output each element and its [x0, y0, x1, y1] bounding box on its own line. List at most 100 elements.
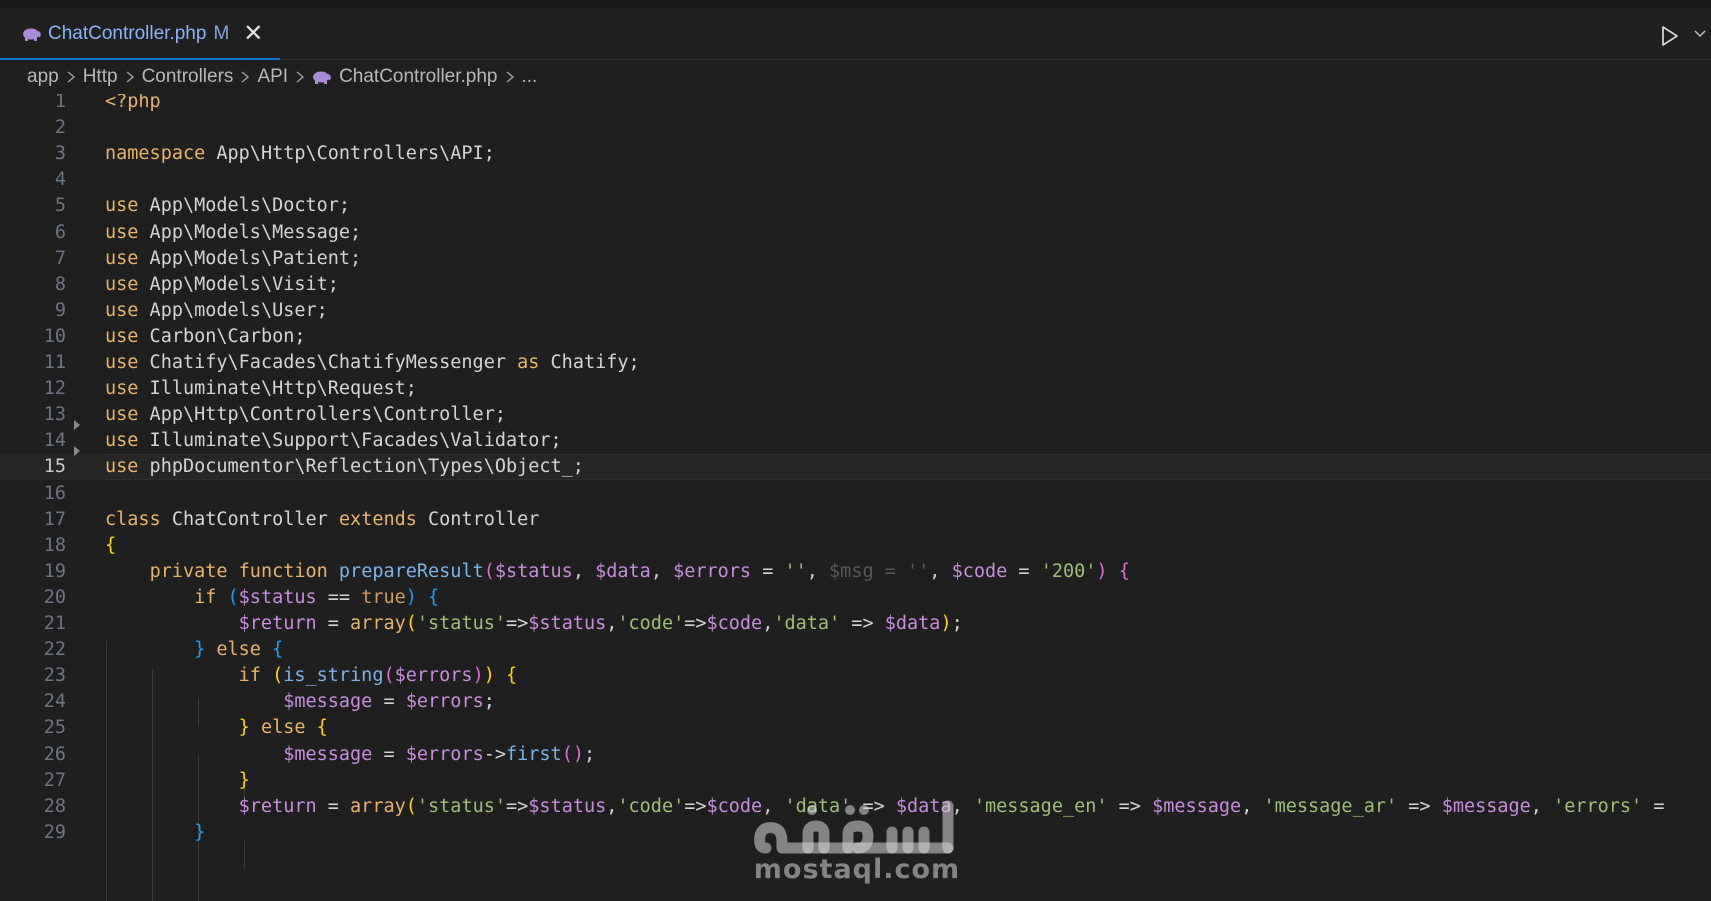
chevron-right-icon	[506, 71, 514, 83]
line-number: 5	[54, 195, 66, 217]
line-number: 16	[43, 482, 66, 504]
code-token: Illuminate\Http\Request;	[138, 378, 417, 400]
code-token: Chatify;	[539, 352, 640, 373]
code-line[interactable]: 4	[0, 167, 1711, 193]
fold-arrow-icon[interactable]	[74, 420, 80, 431]
code-line[interactable]: 19 private function prepareResult($statu…	[0, 559, 1711, 585]
code-token: }	[238, 769, 250, 791]
code-token: App\Models\Visit;	[138, 273, 339, 295]
code-line[interactable]: 18 {	[0, 533, 1711, 559]
code-line[interactable]: 28 $return = array('status'=>$status,'co…	[0, 794, 1711, 820]
code-token: {	[506, 665, 518, 687]
line-number: 14	[43, 430, 66, 452]
line-number: 6	[54, 221, 66, 243]
code-line[interactable]: 29 }	[0, 820, 1711, 846]
code-line[interactable]: 25 } else {	[0, 715, 1711, 741]
code-token: $code	[951, 560, 1008, 582]
code-token: true	[361, 586, 406, 608]
fold-arrow-icon[interactable]	[74, 446, 80, 457]
code-editor[interactable]: 1 <?php 2 3 namespace App\Http\Controllers\A…	[0, 94, 1711, 901]
code-token: }	[238, 717, 250, 739]
code-line[interactable]: 3 namespace App\Http\Controllers\API;	[0, 141, 1711, 167]
code-token: phpDocumentor\Reflection\Types\Object_;	[138, 456, 584, 478]
tab-chatcontroller[interactable]: ChatController.php M ✕	[0, 8, 280, 60]
code-token: use	[105, 247, 139, 269]
line-number: 26	[43, 743, 66, 765]
code-token: array	[350, 795, 406, 817]
code-line[interactable]: 6 use App\Models\Message;	[0, 220, 1711, 246]
code-line[interactable]: 20 if ($status == true) {	[0, 585, 1711, 611]
code-line[interactable]: 2	[0, 115, 1711, 141]
code-token: namespace	[105, 143, 206, 165]
breadcrumb-http[interactable]: Http	[83, 66, 118, 88]
code-line[interactable]: 9 use App\models\User;	[0, 298, 1711, 324]
php-elephant-icon	[312, 70, 331, 85]
code-line[interactable]: 16	[0, 481, 1711, 507]
code-line[interactable]: 22 } else {	[0, 637, 1711, 663]
code-token: ,	[762, 795, 785, 817]
breadcrumb-symbols[interactable]: ...	[522, 66, 538, 88]
code-text: }	[105, 768, 250, 794]
code-token: if	[194, 586, 217, 608]
code-line[interactable]: 10 use Carbon\Carbon;	[0, 324, 1711, 350]
code-line[interactable]: 8 use App\Models\Visit;	[0, 272, 1711, 298]
breadcrumb-file[interactable]: ChatController.php	[312, 66, 498, 88]
code-line[interactable]: 23 if (is_string($errors)) {	[0, 663, 1711, 689]
run-icon[interactable]	[1657, 24, 1681, 48]
code-token: ,	[762, 613, 774, 634]
breadcrumb-controllers[interactable]: Controllers	[142, 66, 234, 88]
code-line[interactable]: 26 $message = $errors->first();	[0, 742, 1711, 768]
code-line[interactable]: 24 $message = $errors;	[0, 689, 1711, 715]
code-line[interactable]: 15 use phpDocumentor\Reflection\Types\Obj…	[0, 454, 1711, 481]
code-line[interactable]: 14 use Illuminate\Support\Facades\Validat…	[0, 428, 1711, 454]
code-line[interactable]: 21 $return = array('status'=>$status,'co…	[0, 611, 1711, 637]
code-token: as	[517, 352, 540, 373]
line-number: 3	[54, 143, 66, 165]
code-token: $errors	[673, 560, 752, 582]
code-token: =	[372, 743, 406, 765]
code-line[interactable]: 27 }	[0, 768, 1711, 794]
code-token: =	[316, 613, 351, 634]
code-line[interactable]: 7 use App\Models\Patient;	[0, 246, 1711, 272]
code-token: ,	[650, 560, 674, 582]
code-line[interactable]: 11 use Chatify\Facades\ChatifyMessenger a…	[0, 350, 1711, 376]
close-icon[interactable]: ✕	[243, 22, 263, 46]
line-number: 10	[43, 325, 66, 347]
code-token: $status	[494, 560, 573, 582]
code-token: $code	[706, 795, 763, 817]
code-token: =>	[1107, 795, 1153, 817]
code-token: $return	[238, 795, 317, 817]
code-token: 'message_en'	[973, 795, 1108, 817]
code-token: ;	[951, 613, 963, 634]
code-token: 'errors'	[1553, 795, 1643, 817]
code-token: =	[1642, 795, 1665, 817]
code-token: Illuminate\Support\Facades\Validator;	[138, 430, 562, 452]
chevron-down-icon[interactable]	[1693, 26, 1707, 40]
code-token: =>	[840, 613, 885, 634]
code-token: is_string	[283, 665, 384, 687]
code-token: <?php	[105, 94, 161, 112]
line-number: 2	[54, 117, 66, 139]
code-line[interactable]: 1 <?php	[0, 94, 1711, 115]
breadcrumb-app[interactable]: app	[27, 66, 59, 88]
code-token: 'data'	[773, 613, 841, 634]
chevron-right-icon	[241, 71, 250, 83]
code-token: ->	[483, 743, 506, 765]
code-token: {	[428, 586, 440, 608]
code-token: use	[105, 325, 139, 347]
code-line[interactable]: 17 class ChatController extends Controlle…	[0, 507, 1711, 533]
code-token: use	[105, 456, 139, 478]
code-line[interactable]: 12 use Illuminate\Http\Request;	[0, 376, 1711, 402]
code-line[interactable]: 13 use App\Http\Controllers\Controller;	[0, 402, 1711, 428]
code-token: (	[227, 586, 239, 608]
code-token: App\Models\Patient;	[138, 247, 362, 269]
code-token: )	[940, 613, 952, 634]
code-text: use App\Http\Controllers\Controller;	[105, 402, 506, 428]
breadcrumb-api[interactable]: API	[257, 66, 288, 88]
code-line[interactable]: 5 use App\Models\Doctor;	[0, 193, 1711, 219]
